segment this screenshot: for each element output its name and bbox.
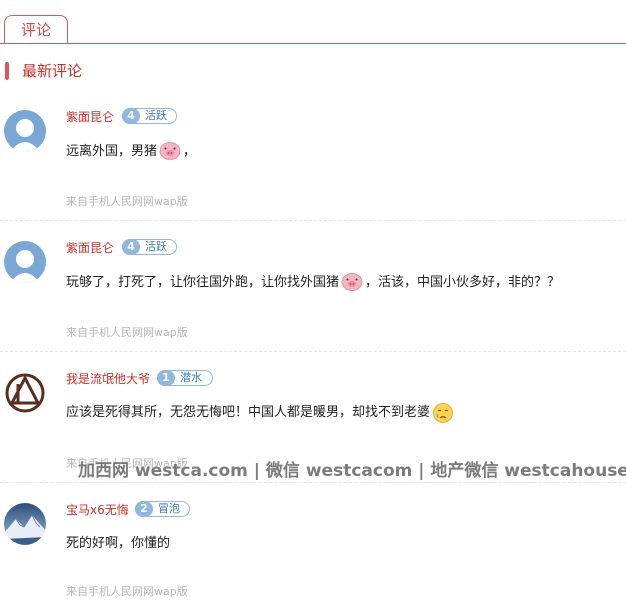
comment-text: 玩够了，打死了，让你往国外跑，让你找外国猪 ，活该，中国小伙多好，非的？？ [66,272,561,293]
level-badge: 1 潜水 [157,370,213,386]
default-user-icon [4,110,46,152]
comment-text-before: 玩够了，打死了，让你往国外跑，让你找外国猪 [66,275,340,290]
default-user-icon [4,241,46,283]
level-label: 潜水 [180,371,202,384]
level-badge: 2 冒泡 [135,501,190,517]
comment-text-after: ， [183,144,197,159]
comment-source: 来自手机人民网网wap版 [66,585,188,598]
username[interactable]: 宝马x6无悔 [66,502,129,518]
level-label: 冒泡 [158,502,180,515]
comment-text: 死的好啊，你懂的 [66,534,170,554]
comment-text-before: 远离外国，男猪 [66,144,158,159]
comment-text-after: ，活该，中国小伙多好，非的？？ [365,275,561,290]
comment-divider [0,482,626,483]
comment-source: 来自手机人民网网wap版 [66,195,188,208]
comment-text-before: 应该是死得其所，无怨无悔吧！中国人都是暖男，却找不到老婆 [66,405,431,420]
comment-divider [0,220,626,221]
avatar[interactable] [4,372,46,414]
username[interactable]: 我是流氓他大爷 [66,371,150,387]
level-number: 4 [122,108,140,124]
comment-text: 远离外国，男猪 ， [66,141,197,162]
section-marker [5,62,9,80]
level-badge: 4 活跃 [122,108,177,124]
mountain-photo-icon [4,503,46,545]
level-label: 活跃 [145,109,167,122]
level-label: 活跃 [145,240,167,253]
tab-bar-underline [0,43,626,44]
level-number: 1 [157,370,175,386]
avatar[interactable] [4,503,46,545]
level-number: 4 [122,239,140,255]
comment-source: 来自手机人民网网wap版 [66,326,188,339]
pig-face-icon [159,141,181,160]
comment-divider [0,351,626,352]
username[interactable]: 紫面昆仑 [66,109,114,125]
tab-comments[interactable]: 评论 [4,15,68,43]
watermark: 加西网 westca.com | 微信 westcacom | 地产微信 wes… [78,461,626,481]
section-title: 最新评论 [22,62,83,80]
username[interactable]: 紫面昆仑 [66,240,114,256]
comment-text: 应该是死得其所，无怨无悔吧！中国人都是暖男，却找不到老婆 [66,402,456,423]
avatar[interactable] [4,110,46,152]
pig-face-icon [341,272,363,291]
tab-bar: 评论 [0,0,626,44]
avatar[interactable] [4,241,46,283]
level-number: 2 [135,501,153,517]
linkin-park-logo-icon [4,372,46,414]
comment-text-before: 死的好啊，你懂的 [66,536,171,551]
level-badge: 4 活跃 [122,239,177,255]
crying-face-icon [432,402,454,423]
